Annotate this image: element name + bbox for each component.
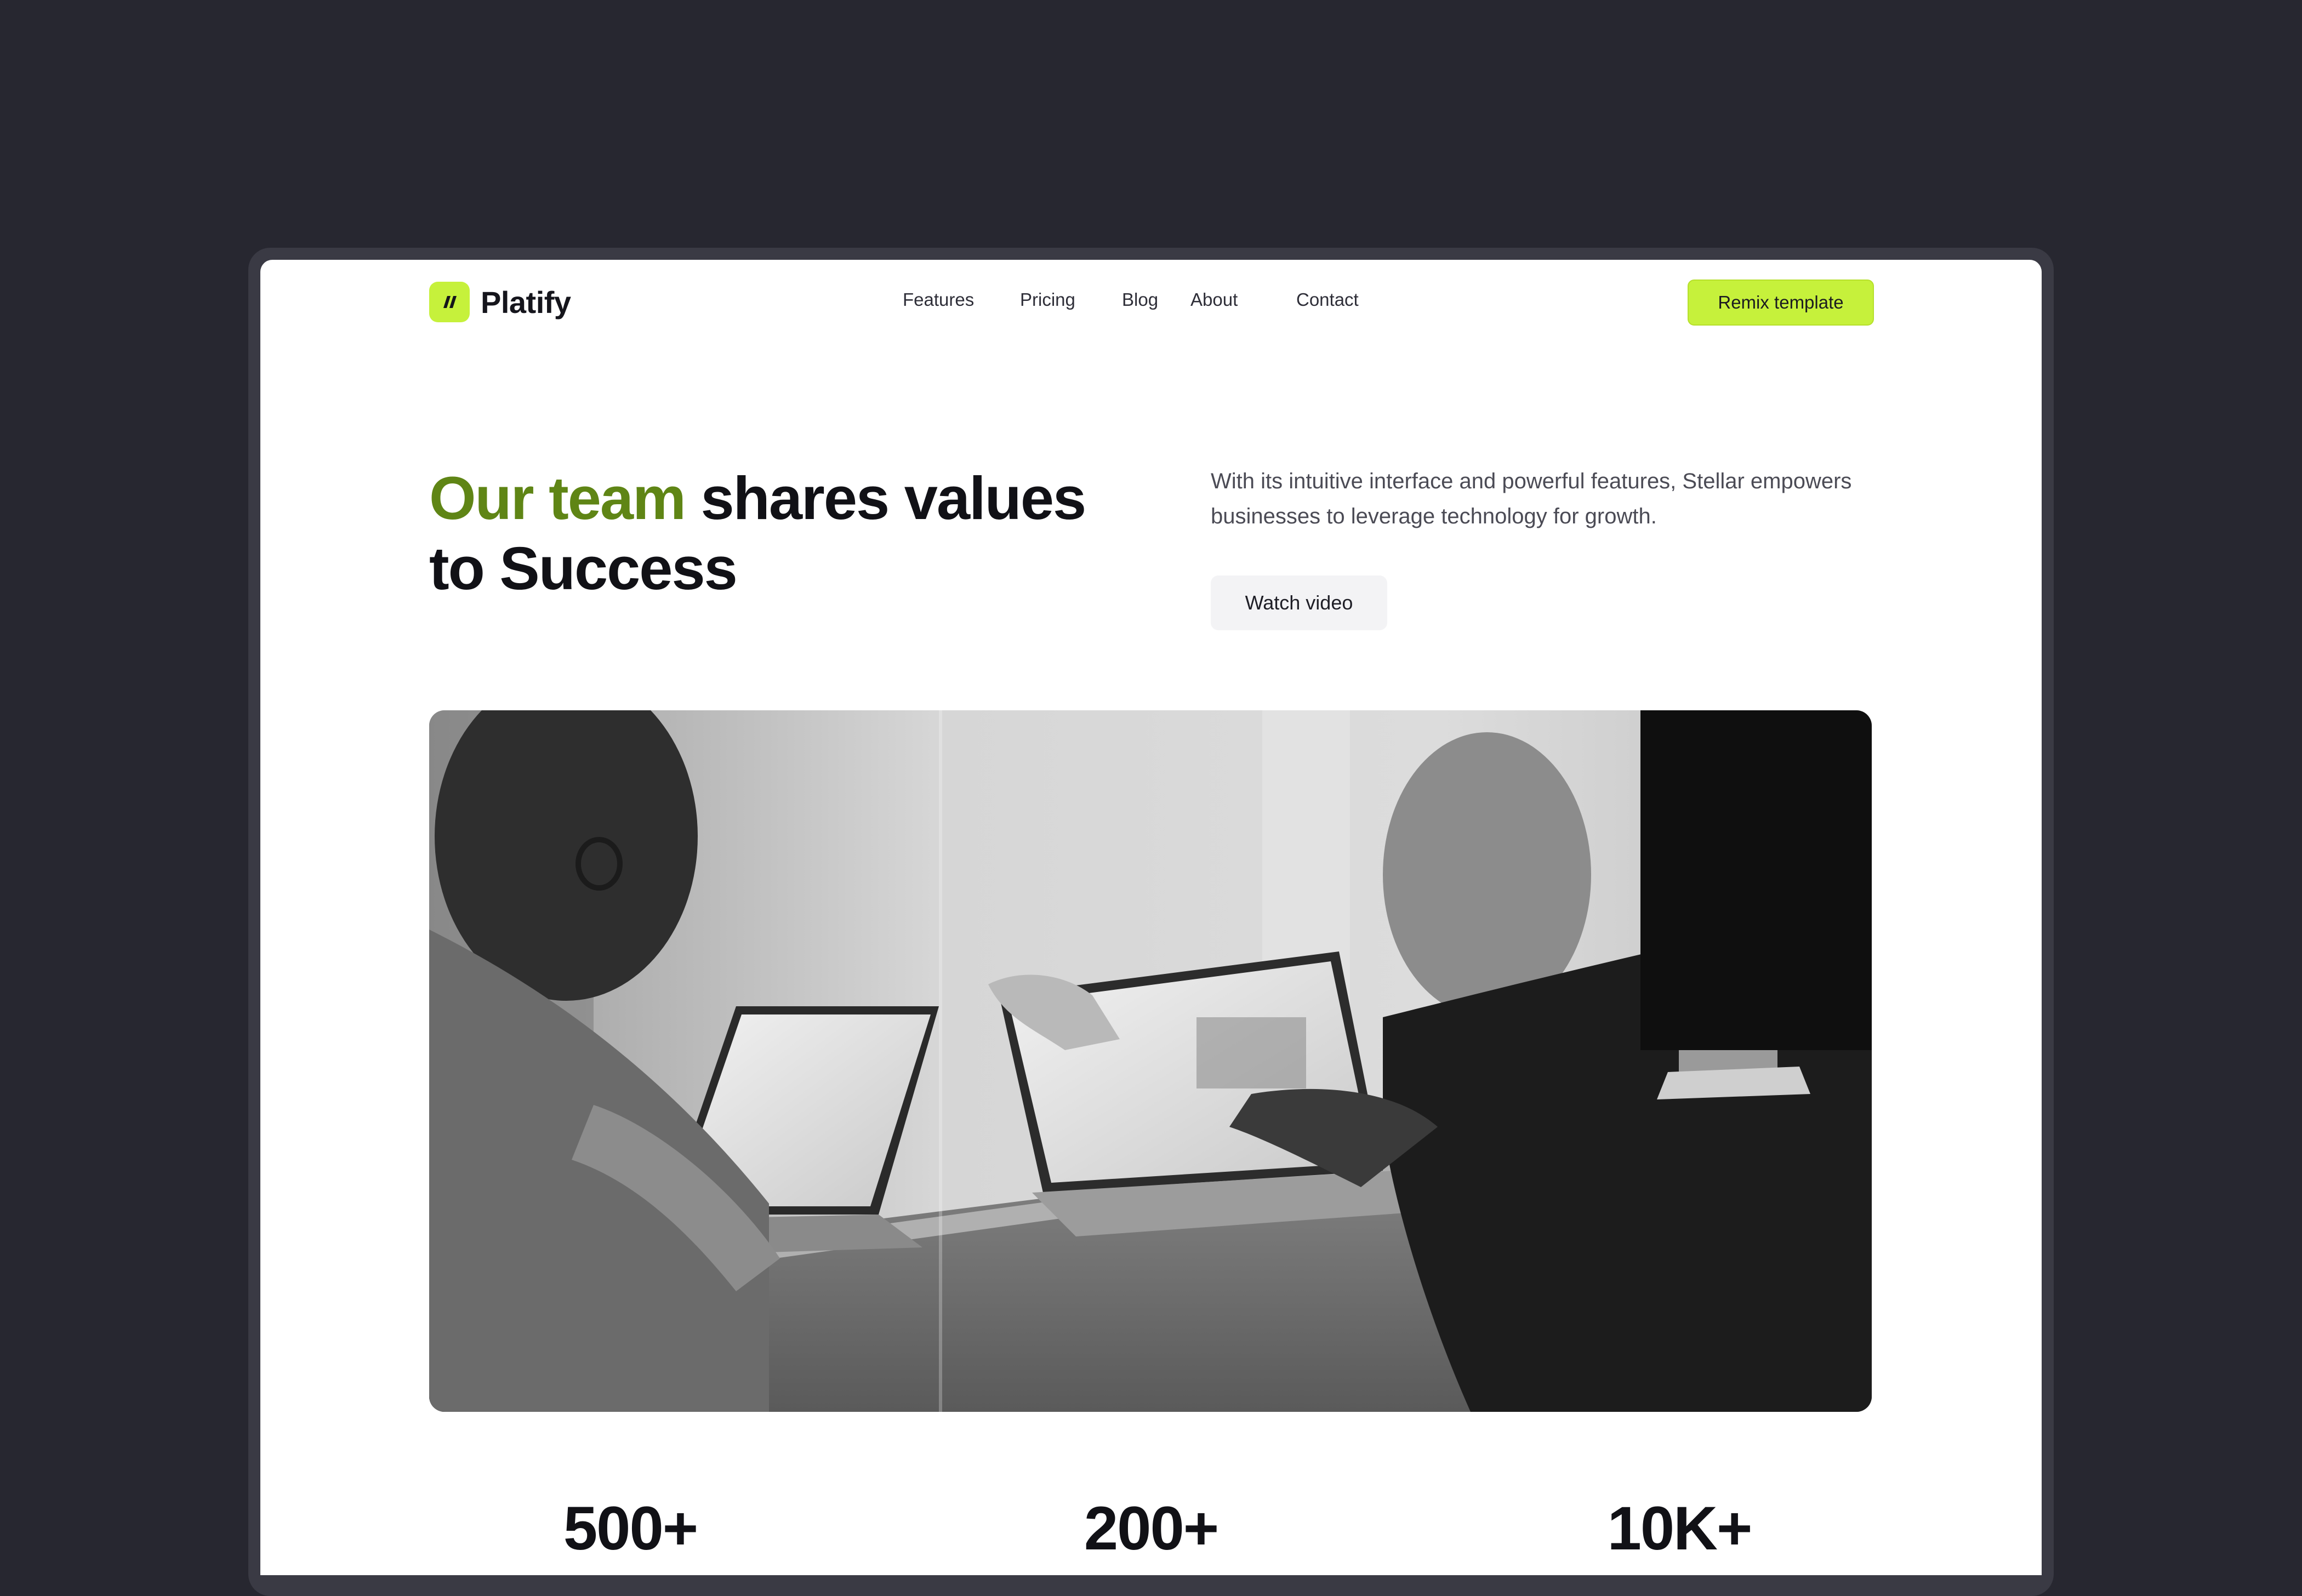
logo-mark-icon xyxy=(429,282,470,322)
brand-logo[interactable]: Platify xyxy=(429,282,571,322)
nav-link-about[interactable]: About xyxy=(1190,289,1238,310)
stat-value: 500+ xyxy=(563,1494,698,1563)
team-photo xyxy=(429,710,1872,1412)
remix-template-button[interactable]: Remix template xyxy=(1688,280,1874,326)
headline-accent: Our team xyxy=(429,465,686,532)
watch-video-button[interactable]: Watch video xyxy=(1211,575,1387,630)
hero-headline: Our team shares values to Success xyxy=(429,464,1142,604)
page-frame: Platify Features Pricing Blog About Cont… xyxy=(260,260,2042,1575)
stat-value: 10K+ xyxy=(1607,1494,1753,1563)
nav-link-features[interactable]: Features xyxy=(903,289,974,310)
hero-description: With its intuitive interface and powerfu… xyxy=(1211,469,1852,528)
nav-link-contact[interactable]: Contact xyxy=(1296,289,1359,310)
brand-name: Platify xyxy=(481,284,571,320)
stat-value: 200+ xyxy=(1084,1494,1219,1563)
nav-link-blog[interactable]: Blog xyxy=(1122,289,1158,310)
nav-link-pricing[interactable]: Pricing xyxy=(1020,289,1075,310)
